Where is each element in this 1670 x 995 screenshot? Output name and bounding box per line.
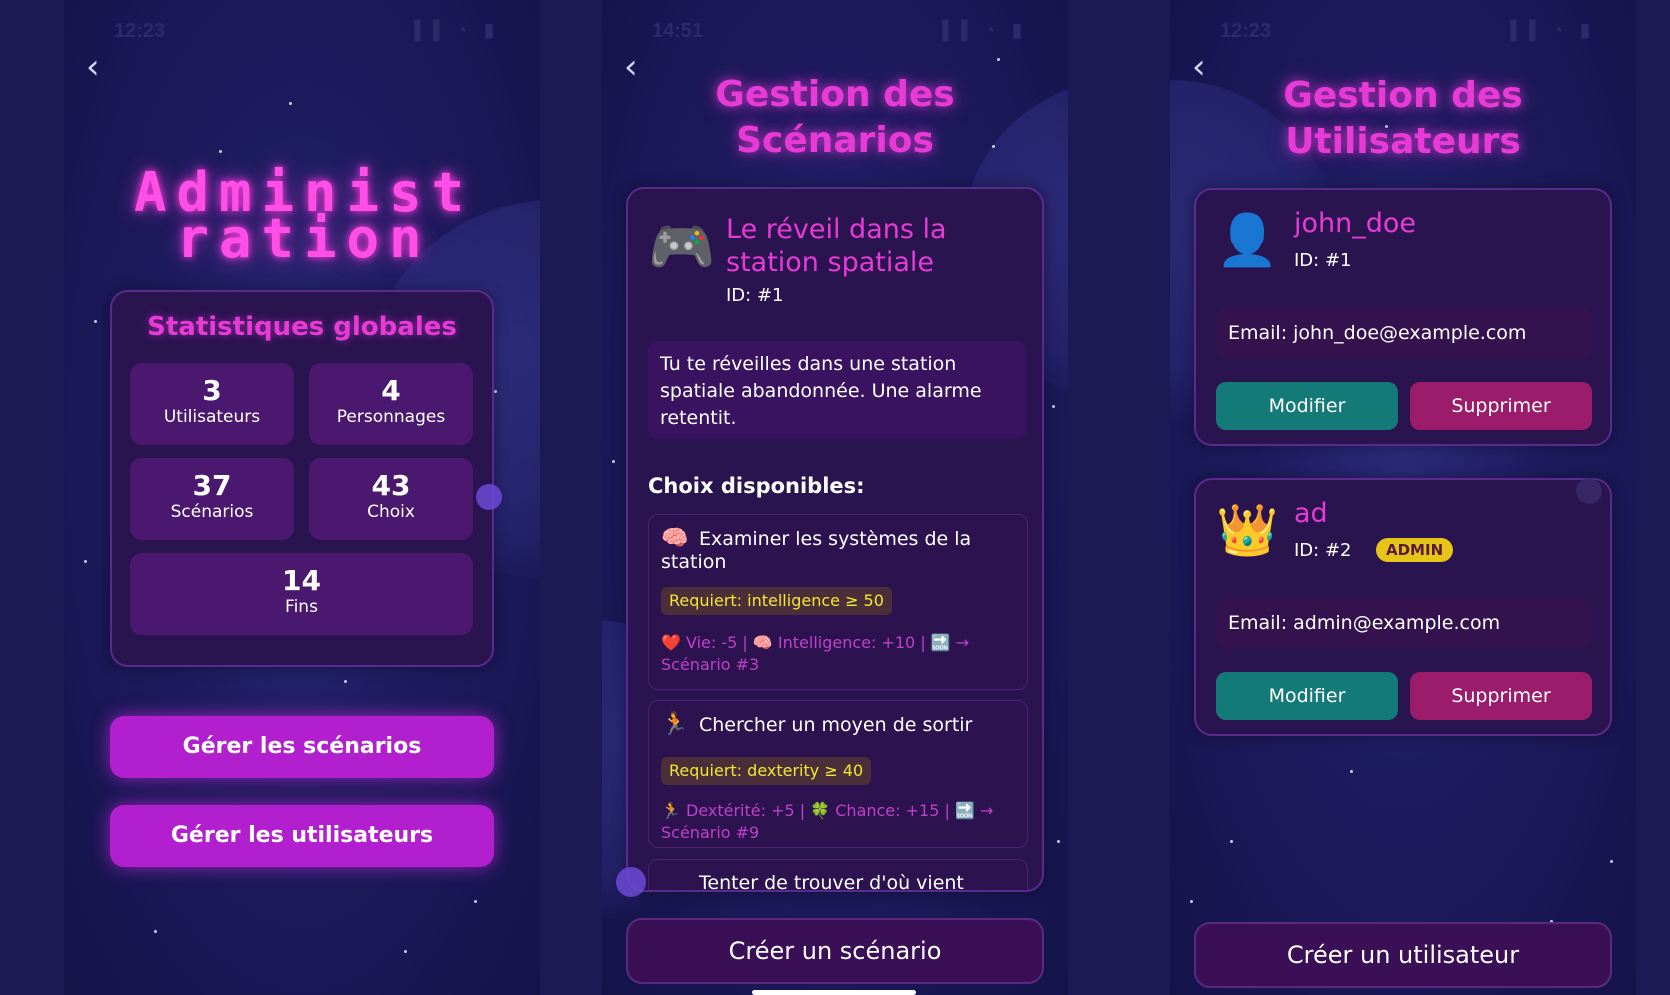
crown-icon: 👑 — [1216, 501, 1279, 559]
screens-collage: 12:23 ▐▐ ◔ ▮ ‹ Administ ration Statistiq… — [0, 0, 1670, 995]
create-user-button[interactable]: Créer un utilisateur — [1194, 922, 1612, 988]
user-email: Email: admin@example.com — [1216, 598, 1592, 648]
choice-title: Tenter de trouver d'où vient — [661, 872, 1011, 892]
back-chevron-icon[interactable]: ‹ — [86, 50, 116, 84]
stat-label: Choix — [367, 502, 415, 522]
choice-label: Tenter de trouver d'où vient — [699, 872, 964, 892]
create-scenario-button[interactable]: Créer un scénario — [626, 918, 1044, 984]
edit-user-button[interactable]: Modifier — [1216, 382, 1398, 430]
back-chevron-icon[interactable]: ‹ — [1192, 50, 1222, 84]
stat-scenarios: 37 Scénarios — [130, 458, 294, 540]
choice-effects: 🏃 Dextérité: +5 | 🍀 Chance: +15 | 🔜 → Sc… — [661, 801, 994, 842]
scenario-title: Le réveil dans la station spatiale — [726, 214, 947, 278]
status-time: 12:23 — [114, 20, 166, 42]
user-name: john_doe — [1294, 208, 1417, 239]
status-bar: 12:23 ▐▐ ◔ ▮ — [64, 18, 540, 44]
manage-users-button[interactable]: Gérer les utilisateurs — [110, 805, 494, 867]
choice-label: Examiner les systèmes de la station — [661, 528, 972, 573]
stat-label: Fins — [285, 597, 318, 617]
stat-label: Scénarios — [170, 502, 254, 522]
page-title: Gestion des Utilisateurs — [1283, 75, 1523, 162]
choice-effects: ❤️ Vie: -5 | 🧠 Intelligence: +10 | 🔜 → S… — [661, 633, 970, 674]
floating-dot[interactable] — [1576, 478, 1602, 504]
brain-icon: 🧠 — [661, 526, 689, 551]
stat-value: 3 — [202, 374, 222, 407]
stat-value: 37 — [192, 469, 232, 502]
floating-dot[interactable] — [616, 867, 646, 897]
user-silhouette-icon: 👤 — [1216, 211, 1279, 269]
stat-label: Personnages — [336, 407, 446, 427]
floating-dot[interactable] — [476, 484, 502, 510]
choice-requirement: Requiert: intelligence ≥ 50 — [661, 587, 892, 615]
status-bar: 12:23 ▐▐ ◔ ▮ — [1170, 18, 1636, 44]
admin-badge: ADMIN — [1376, 538, 1454, 562]
delete-user-button[interactable]: Supprimer — [1410, 382, 1592, 430]
status-icons: ▐▐ ◔ ▮ — [1503, 20, 1596, 40]
user-id: ID: #1 — [1294, 250, 1352, 271]
stat-endings: 14 Fins — [130, 553, 473, 635]
scenario-description: Tu te réveilles dans une station spatial… — [648, 341, 1026, 439]
users-screen: 12:23 ▐▐ ◔ ▮ ‹ Gestion des Utilisateurs … — [1170, 0, 1636, 995]
scenario-id: ID: #1 — [726, 285, 784, 306]
user-email: Email: john_doe@example.com — [1216, 308, 1592, 358]
choice-title: 🧠 Examiner les systèmes de la station — [661, 527, 1011, 574]
status-icons: ▐▐ ◔ ▮ — [935, 20, 1028, 40]
choice-item[interactable]: 🧠 Examiner les systèmes de la station Req… — [648, 514, 1028, 690]
scenarios-screen: 14:51 ▐▐ ◔ ▮ ‹ Gestion des Scénarios 🎮 L… — [602, 0, 1068, 995]
stats-card: Statistiques globales 3 Utilisateurs 4 P… — [110, 290, 494, 667]
stat-users: 3 Utilisateurs — [130, 363, 294, 445]
stat-value: 43 — [371, 469, 411, 502]
page-title: Administ ration — [133, 161, 475, 270]
choices-heading: Choix disponibles: — [648, 474, 865, 498]
choice-item[interactable]: 🏃 Chercher un moyen de sortir Requiert: d… — [648, 700, 1028, 848]
status-time: 12:23 — [1220, 20, 1272, 42]
page-title: Gestion des Scénarios — [715, 74, 955, 161]
choice-label: Chercher un moyen de sortir — [699, 714, 973, 736]
stat-characters: 4 Personnages — [309, 363, 473, 445]
scenario-card[interactable]: 🎮 Le réveil dans la station spatiale ID:… — [626, 187, 1044, 892]
status-bar: 14:51 ▐▐ ◔ ▮ — [602, 18, 1068, 44]
stat-value: 4 — [381, 374, 401, 407]
back-chevron-icon[interactable]: ‹ — [624, 50, 654, 84]
gamepad-icon: 🎮 — [648, 215, 716, 278]
choice-title: 🏃 Chercher un moyen de sortir — [661, 713, 1011, 737]
manage-scenarios-button[interactable]: Gérer les scénarios — [110, 716, 494, 778]
edit-user-button[interactable]: Modifier — [1216, 672, 1398, 720]
choice-requirement: Requiert: dexterity ≥ 40 — [661, 757, 872, 785]
home-indicator — [752, 990, 916, 995]
delete-user-button[interactable]: Supprimer — [1410, 672, 1592, 720]
user-card: 👑 ad ID: #2 ADMIN Email: admin@example.c… — [1194, 478, 1612, 736]
runner-icon: 🏃 — [661, 712, 689, 737]
stat-choices: 43 Choix — [309, 458, 473, 540]
status-time: 14:51 — [652, 20, 704, 42]
user-id: ID: #2 — [1294, 540, 1352, 561]
user-card: 👤 john_doe ID: #1 Email: john_doe@exampl… — [1194, 188, 1612, 446]
stats-title: Statistiques globales — [147, 312, 457, 342]
status-icons: ▐▐ ◔ ▮ — [407, 20, 500, 40]
choice-item[interactable]: Tenter de trouver d'où vient — [648, 859, 1028, 892]
admin-screen: 12:23 ▐▐ ◔ ▮ ‹ Administ ration Statistiq… — [64, 0, 540, 995]
user-name: ad — [1294, 498, 1328, 529]
stat-value: 14 — [282, 564, 321, 597]
stat-label: Utilisateurs — [163, 407, 261, 427]
